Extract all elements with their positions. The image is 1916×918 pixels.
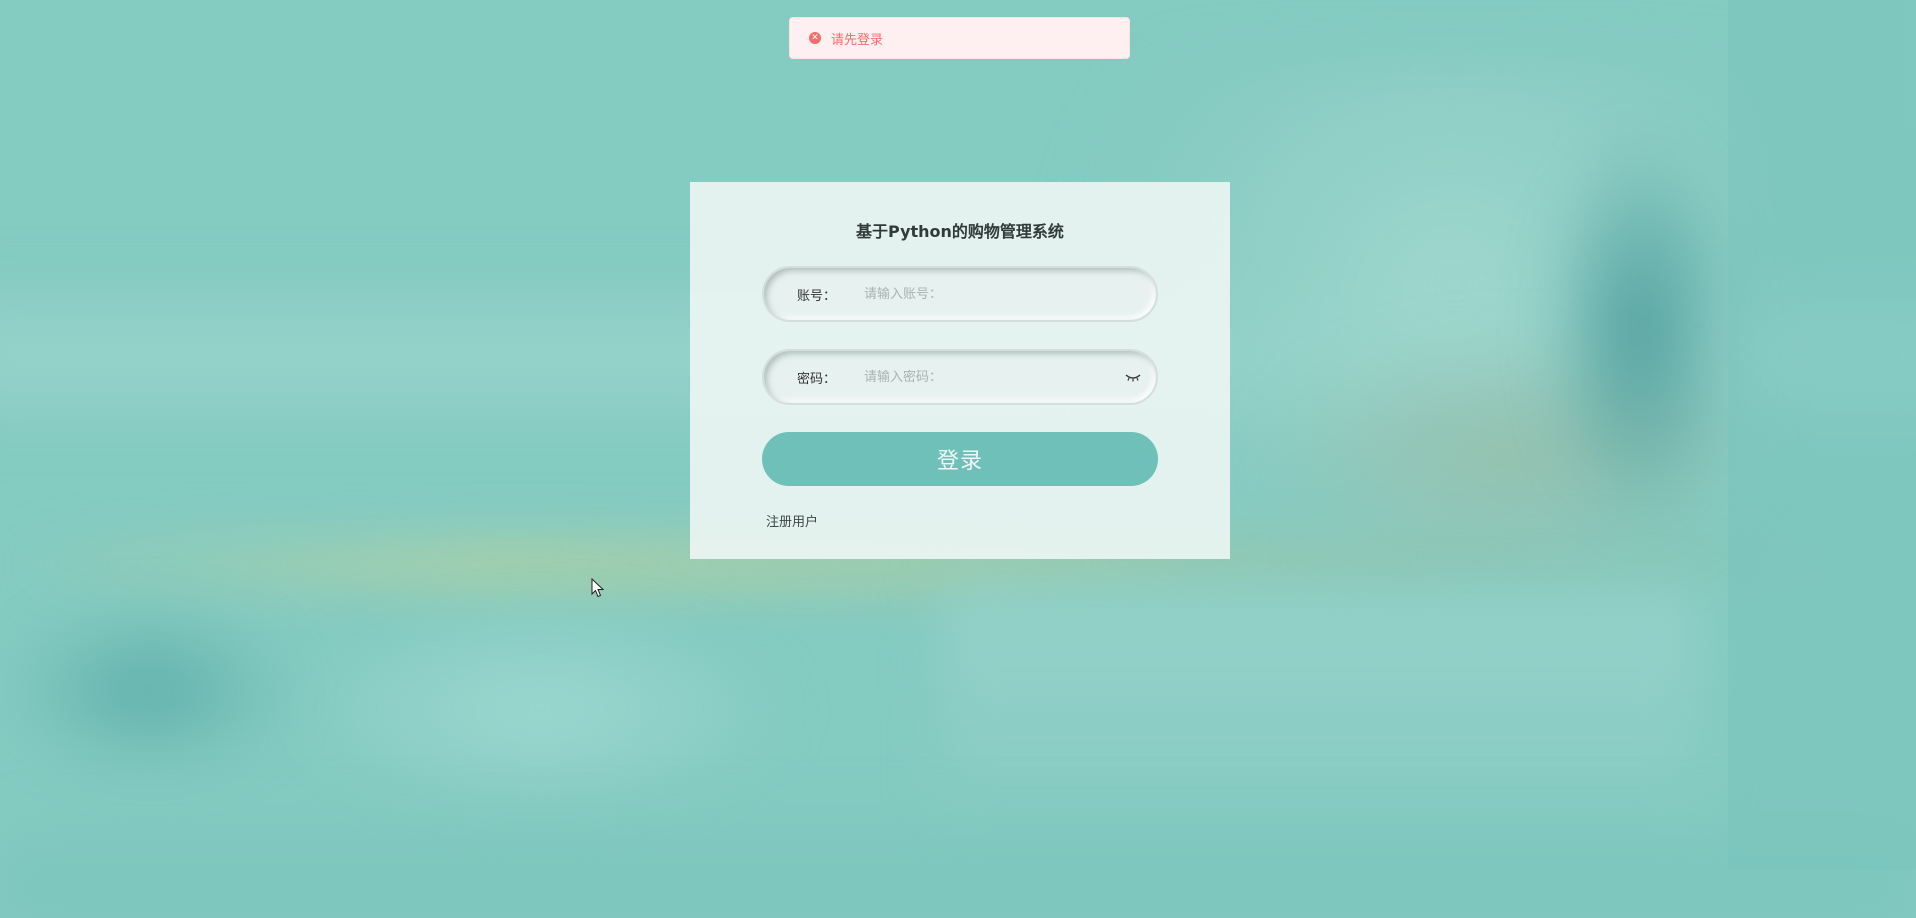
mouse-cursor-icon — [591, 578, 605, 598]
login-button[interactable]: 登录 — [762, 432, 1158, 486]
error-message-toast: ✕ 请先登录 — [789, 17, 1130, 59]
background-blur — [0, 600, 300, 780]
register-link[interactable]: 注册用户 — [766, 511, 818, 530]
background-blur — [1540, 130, 1740, 530]
toast-message: 请先登录 — [831, 32, 884, 48]
password-input[interactable] — [854, 368, 1118, 386]
error-circle-icon: ✕ — [809, 32, 821, 44]
eye-closed-icon[interactable] — [1118, 367, 1148, 387]
username-label: 账号： — [796, 288, 836, 304]
eye-closed-icon-svg — [1125, 374, 1141, 382]
page-title: 基于Python的购物管理系统 — [856, 222, 1064, 241]
login-card: 基于Python的购物管理系统 账号： 密码： 登录 注册用户 — [690, 182, 1230, 559]
background-overlay — [1728, 0, 1916, 870]
background-blur — [940, 590, 1700, 810]
login-page: ✕ 请先登录 基于Python的购物管理系统 账号： 密码： 登录 注册用户 — [0, 0, 1916, 918]
password-label: 密码： — [796, 371, 836, 387]
password-field: 密码： — [762, 349, 1158, 405]
username-field: 账号： — [762, 266, 1158, 322]
username-input[interactable] — [854, 285, 1156, 303]
background-blur — [0, 800, 1916, 918]
background-blur — [280, 600, 800, 820]
